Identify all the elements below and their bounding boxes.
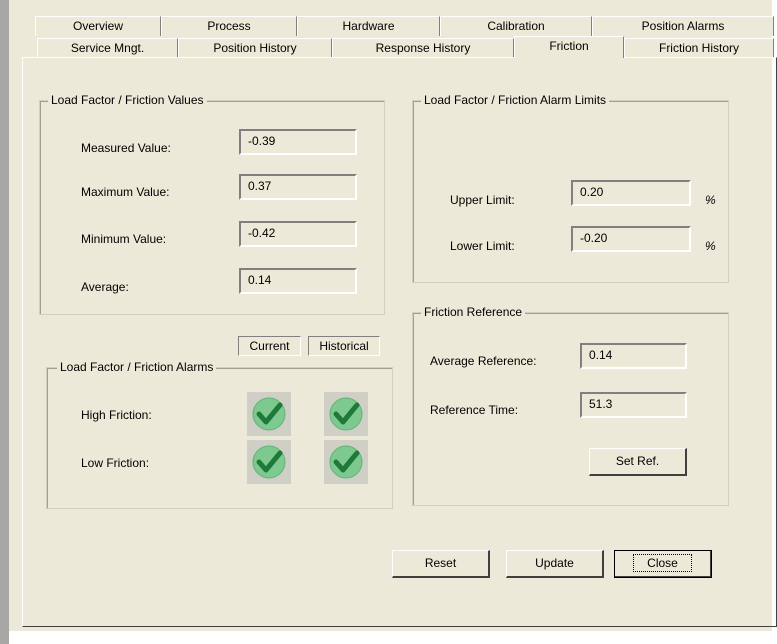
dialog-panel: Overview Process Hardware Calibration Po…: [9, 0, 777, 633]
measured-value-label: Measured Value:: [81, 141, 171, 155]
column-historical: Historical: [308, 336, 380, 356]
close-button-label: Close: [633, 554, 692, 572]
green-check-icon: [329, 445, 363, 479]
lower-limit-field: -0.20: [571, 226, 691, 252]
average-label: Average:: [81, 280, 129, 294]
low-friction-historical-indicator: [324, 440, 368, 484]
reference-time-label: Reference Time:: [430, 403, 519, 417]
high-friction-label: High Friction:: [81, 408, 152, 422]
tab-friction-history[interactable]: Friction History: [624, 38, 774, 58]
upper-limit-label: Upper Limit:: [450, 193, 515, 207]
tab-position-alarms[interactable]: Position Alarms: [592, 16, 774, 36]
tab-calibration[interactable]: Calibration: [440, 16, 592, 36]
upper-limit-unit: %: [705, 193, 716, 207]
friction-reference-group-title: Friction Reference: [421, 305, 526, 319]
average-field: 0.14: [239, 268, 357, 294]
reference-time-field: 51.3: [580, 392, 687, 418]
low-friction-current-indicator: [247, 440, 291, 484]
high-friction-historical-indicator: [324, 392, 368, 436]
average-reference-label: Average Reference:: [430, 354, 537, 368]
minimum-value-field: -0.42: [239, 221, 357, 247]
friction-reference-group: Friction Reference Average Reference: 0.…: [412, 305, 729, 506]
column-current: Current: [238, 336, 301, 356]
tab-position-history[interactable]: Position History: [178, 38, 332, 58]
tab-friction[interactable]: Friction: [514, 36, 624, 58]
high-friction-current-indicator: [247, 392, 291, 436]
tab-overview[interactable]: Overview: [35, 16, 161, 36]
green-check-icon: [252, 445, 286, 479]
update-button[interactable]: Update: [506, 550, 604, 578]
measured-value-field: -0.39: [239, 129, 357, 155]
close-button[interactable]: Close: [614, 550, 712, 578]
maximum-value-field: 0.37: [239, 174, 357, 200]
low-friction-label: Low Friction:: [81, 456, 150, 470]
alarms-group-title: Load Factor / Friction Alarms: [57, 360, 217, 374]
green-check-icon: [329, 397, 363, 431]
tab-service-mngt[interactable]: Service Mngt.: [37, 38, 178, 58]
tab-hardware[interactable]: Hardware: [297, 16, 440, 36]
set-ref-button[interactable]: Set Ref.: [589, 448, 687, 476]
tab-response-history[interactable]: Response History: [332, 38, 514, 58]
upper-limit-field: 0.20: [571, 180, 691, 206]
alarm-limits-group: Load Factor / Friction Alarm Limits Uppe…: [412, 93, 729, 283]
lower-limit-unit: %: [705, 239, 716, 253]
alarms-group: Load Factor / Friction Alarms High Frict…: [46, 360, 393, 509]
maximum-value-label: Maximum Value:: [81, 185, 170, 199]
average-reference-field: 0.14: [580, 343, 687, 369]
alarm-limits-group-title: Load Factor / Friction Alarm Limits: [421, 93, 610, 107]
values-group-title: Load Factor / Friction Values: [48, 93, 207, 107]
lower-limit-label: Lower Limit:: [450, 239, 515, 253]
green-check-icon: [252, 397, 286, 431]
values-group: Load Factor / Friction Values Measured V…: [39, 93, 385, 315]
window-left-edge: [0, 0, 9, 644]
reset-button[interactable]: Reset: [392, 550, 490, 578]
tab-process[interactable]: Process: [161, 16, 297, 36]
minimum-value-label: Minimum Value:: [81, 232, 167, 246]
